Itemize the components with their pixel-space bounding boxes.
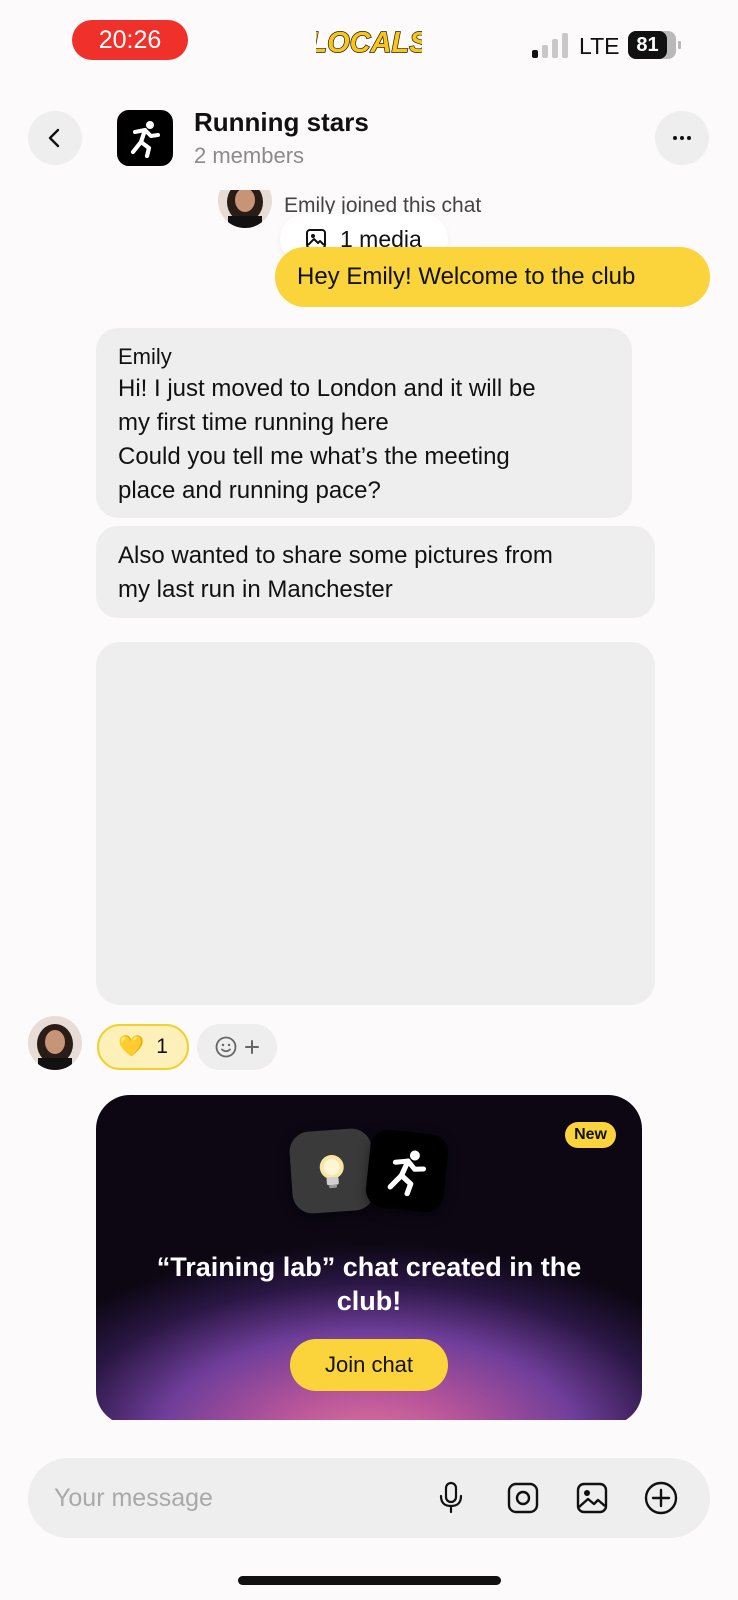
message-input[interactable]: [54, 1458, 434, 1538]
signal-strength-icon: [532, 30, 568, 58]
club-avatar[interactable]: [117, 110, 173, 166]
locals-logo: LOCALS: [316, 26, 422, 59]
message-line: Could you tell me what’s the meeting: [118, 443, 510, 470]
new-badge: New: [565, 1122, 616, 1148]
message-line: my last run in Manchester: [118, 576, 393, 603]
message-line: Also wanted to share some pictures from: [118, 542, 553, 569]
outgoing-message-text: Hey Emily! Welcome to the club: [297, 263, 636, 290]
plus-icon: [245, 1040, 259, 1054]
gallery-icon: [576, 1482, 608, 1514]
status-time: 20:26: [98, 25, 162, 54]
add-reaction-button[interactable]: [197, 1024, 277, 1070]
incoming-message[interactable]: Also wanted to share some pictures from …: [96, 526, 655, 618]
battery-icon: 81: [628, 31, 681, 59]
incoming-message[interactable]: Emily Hi! I just moved to London and it …: [96, 328, 632, 518]
camera-button[interactable]: [503, 1478, 543, 1518]
more-options-button[interactable]: [655, 111, 709, 165]
sender-name[interactable]: Emily: [118, 342, 610, 372]
outgoing-message[interactable]: Hey Emily! Welcome to the club: [275, 247, 710, 307]
chevron-left-icon: [48, 128, 60, 148]
microphone-icon: [439, 1481, 463, 1514]
microphone-button[interactable]: [431, 1478, 471, 1518]
member-count[interactable]: 2 members: [194, 143, 304, 169]
emily-avatar[interactable]: [28, 1016, 82, 1070]
camera-icon: [507, 1482, 539, 1514]
message-line: Hi! I just moved to London and it will b…: [118, 375, 536, 402]
shared-photo[interactable]: [96, 642, 655, 1005]
gallery-button[interactable]: [572, 1478, 612, 1518]
reaction-heart[interactable]: 💛 1: [97, 1024, 189, 1070]
battery-level: 81: [636, 33, 659, 56]
promo-title: “Training lab” chat created in the club!: [156, 1252, 582, 1316]
lightbulb-icon: [288, 1127, 376, 1215]
new-chat-promo-card[interactable]: New “Training lab” chat created in the c…: [96, 1095, 642, 1420]
runner-icon: [364, 1128, 450, 1214]
join-chat-button[interactable]: Join chat: [290, 1339, 448, 1391]
message-composer: [28, 1458, 710, 1538]
status-time-pill[interactable]: 20:26: [72, 20, 188, 60]
message-line: place and running pace?: [118, 477, 381, 504]
home-indicator[interactable]: [238, 1576, 501, 1585]
attach-button[interactable]: [641, 1478, 681, 1518]
more-dots-icon: [673, 136, 691, 140]
network-type: LTE: [579, 33, 620, 59]
message-line: my first time running here: [118, 409, 389, 436]
runner-icon: [130, 121, 160, 158]
plus-circle-icon: [644, 1481, 678, 1515]
chat-screen: 20:26 LOCALS LTE 81 Running stars 2 memb…: [0, 0, 738, 1600]
yellow-heart-icon: 💛: [118, 1035, 145, 1058]
message-list[interactable]: Emily joined this chat 1 media Hey Emily…: [0, 190, 738, 1420]
back-button[interactable]: [28, 111, 82, 165]
chat-title[interactable]: Running stars: [194, 107, 369, 138]
svg-text:LOCALS: LOCALS: [316, 27, 422, 59]
smiley-icon: [215, 1036, 237, 1058]
emily-avatar[interactable]: [218, 190, 272, 228]
reaction-count: 1: [156, 1035, 168, 1058]
